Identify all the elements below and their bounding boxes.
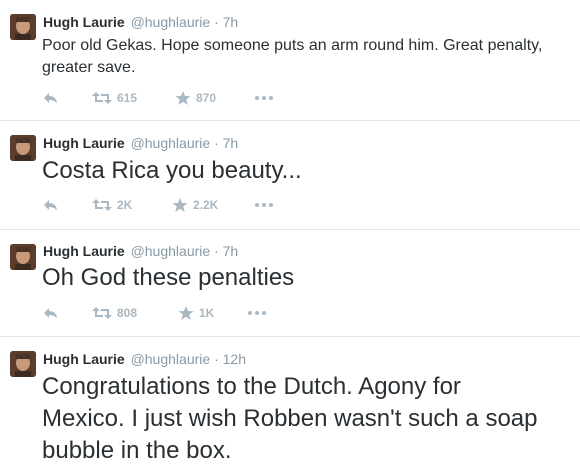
reply-icon [44,93,57,103]
separator: · [214,243,219,259]
avatar-image [10,244,36,270]
tweet-header: Hugh Laurie @hughlaurie · 7h [43,242,238,260]
author-handle[interactable]: @hughlaurie [131,135,211,151]
tweet-text: Congratulations to the Dutch. Agony for … [42,373,538,464]
retweet-count: 615 [117,91,138,105]
reply-button[interactable] [42,89,60,107]
favorite-count: 2.2K [193,198,219,212]
reply-button[interactable] [42,196,60,214]
tweet-header: Hugh Laurie @hughlaurie · 12h [43,350,246,368]
retweet-count: 2K [117,198,133,212]
tweet-header: Hugh Laurie @hughlaurie · 7h [43,134,238,152]
author-name[interactable]: Hugh Laurie [43,14,125,30]
retweet-button[interactable]: 808 [92,304,137,322]
tweet-text: Poor old Gekas. Hope someone puts an arm… [42,37,543,76]
retweet-icon [92,307,112,319]
avatar-image [10,351,36,377]
favorite-count: 1K [199,306,215,320]
tweet-text: Costa Rica you beauty... [42,157,302,184]
tweet-timeline: Hugh Laurie @hughlaurie · 7h Poor old Ge… [0,0,580,466]
author-name[interactable]: Hugh Laurie [43,351,125,367]
avatar[interactable] [10,135,36,161]
more-button[interactable] [254,89,274,107]
tweet[interactable]: Hugh Laurie @hughlaurie · 7h Oh God thes… [0,230,580,337]
avatar-image [10,135,36,161]
retweet-button[interactable]: 2K [92,196,132,214]
reply-icon [44,308,57,318]
reply-button[interactable] [42,304,60,322]
more-button[interactable] [254,196,274,214]
tweet[interactable]: Hugh Laurie @hughlaurie · 12h Congratula… [0,337,580,466]
timestamp[interactable]: 7h [223,135,239,151]
author-handle[interactable]: @hughlaurie [131,243,211,259]
separator: · [214,351,219,367]
star-icon [178,306,194,320]
favorite-button[interactable]: 870 [175,89,216,107]
tweet[interactable]: Hugh Laurie @hughlaurie · 7h Poor old Ge… [0,0,580,121]
timestamp[interactable]: 7h [223,14,239,30]
avatar[interactable] [10,14,36,40]
favorite-button[interactable]: 1K [178,304,214,322]
separator: · [214,14,219,30]
retweet-icon [92,92,112,104]
author-handle[interactable]: @hughlaurie [131,351,211,367]
separator: · [214,135,219,151]
more-button[interactable] [247,304,267,322]
author-name[interactable]: Hugh Laurie [43,243,125,259]
tweet[interactable]: Hugh Laurie @hughlaurie · 7h Costa Rica … [0,121,580,230]
favorite-button[interactable]: 2.2K [172,196,218,214]
star-icon [172,198,188,212]
avatar[interactable] [10,351,36,377]
avatar[interactable] [10,244,36,270]
more-icon [255,203,273,207]
author-handle[interactable]: @hughlaurie [131,14,211,30]
timestamp[interactable]: 12h [223,351,246,367]
author-name[interactable]: Hugh Laurie [43,135,125,151]
retweet-count: 808 [117,306,138,320]
retweet-icon [92,199,112,211]
retweet-button[interactable]: 615 [92,89,137,107]
tweet-text: Oh God these penalties [42,264,295,291]
tweet-header: Hugh Laurie @hughlaurie · 7h [43,13,238,31]
timestamp[interactable]: 7h [223,243,239,259]
star-icon [175,91,191,105]
more-icon [248,311,266,315]
more-icon [255,96,273,100]
avatar-image [10,14,36,40]
favorite-count: 870 [196,91,217,105]
reply-icon [44,200,57,210]
